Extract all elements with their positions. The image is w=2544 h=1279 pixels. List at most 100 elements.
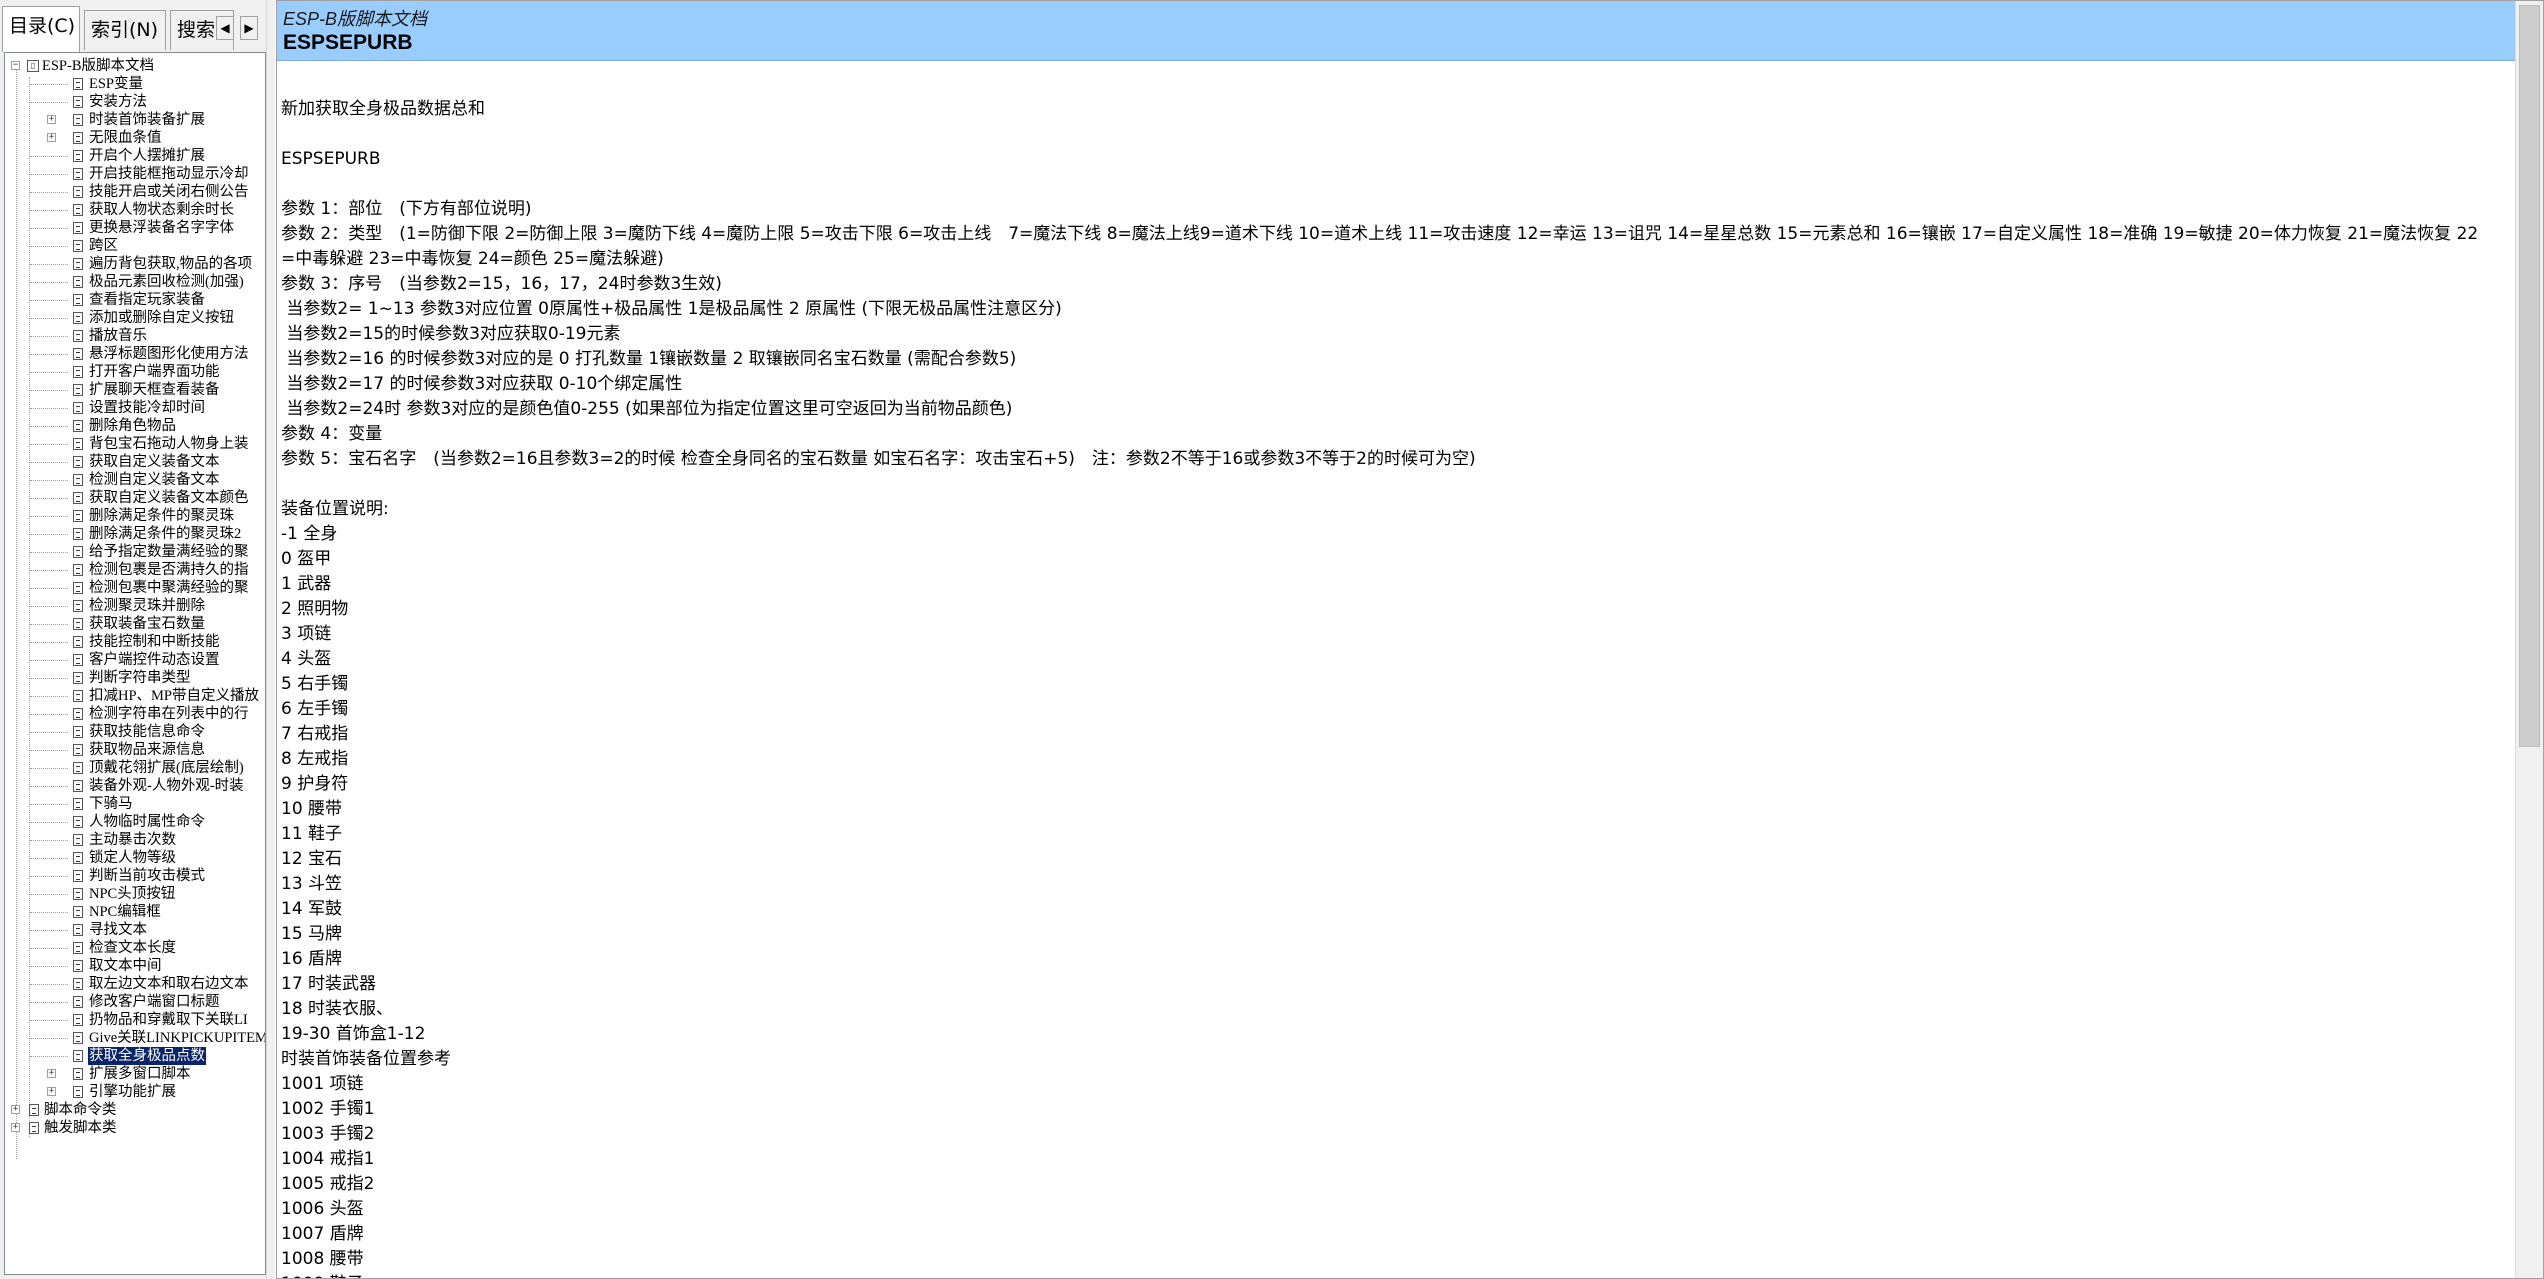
tree-item[interactable]: Give关联LINKPICKUPITEM (5, 1029, 265, 1047)
tree-item[interactable]: 查看指定玩家装备 (5, 291, 265, 309)
tab-scroll-right-icon[interactable]: ▶ (240, 16, 258, 40)
tree-item-label[interactable]: 背包宝石拖动人物身上装 (88, 435, 250, 453)
tree-item[interactable]: + 引擎功能扩展 (5, 1083, 265, 1101)
tree-item[interactable]: 技能控制和中断技能 (5, 633, 265, 651)
tree-item-label[interactable]: 时装首饰装备扩展 (88, 111, 206, 129)
tree-top-item[interactable]: + 触发脚本类 (5, 1119, 265, 1137)
tree-item[interactable]: 检查文本长度 (5, 939, 265, 957)
tree-item[interactable]: 跨区 (5, 237, 265, 255)
tree-item[interactable]: 更换悬浮装备名字字体 (5, 219, 265, 237)
tree-item-label[interactable]: 下骑马 (88, 795, 134, 813)
tree-item-label[interactable]: 锁定人物等级 (88, 849, 177, 867)
tree-item[interactable]: 播放音乐 (5, 327, 265, 345)
tree-item-label[interactable]: 人物临时属性命令 (88, 813, 206, 831)
tree-item[interactable]: 删除满足条件的聚灵珠2 (5, 525, 265, 543)
tree-item[interactable]: 锁定人物等级 (5, 849, 265, 867)
tree-item-label[interactable]: 查看指定玩家装备 (88, 291, 206, 309)
tree-item-label[interactable]: 技能开启或关闭右侧公告 (88, 183, 250, 201)
tree-item[interactable]: 主动暴击次数 (5, 831, 265, 849)
tree-item[interactable]: 删除角色物品 (5, 417, 265, 435)
tree-root-label[interactable]: ESP-B版脚本文档 (41, 57, 155, 75)
tree-item[interactable]: 下骑马 (5, 795, 265, 813)
tree-item[interactable]: + 扩展多窗口脚本 (5, 1065, 265, 1083)
tree-item[interactable]: NPC头顶按钮 (5, 885, 265, 903)
pane-splitter[interactable] (266, 0, 275, 1279)
tree-item-label[interactable]: 客户端控件动态设置 (88, 651, 221, 669)
tree-item-label[interactable]: 修改客户端窗口标题 (88, 993, 221, 1011)
expand-icon[interactable]: + (47, 1087, 56, 1096)
tree-item[interactable]: 设置技能冷却时间 (5, 399, 265, 417)
tree-item[interactable]: 获取自定义装备文本颜色 (5, 489, 265, 507)
tree-item[interactable]: 扣减HP、MP带自定义播放 (5, 687, 265, 705)
tree-item[interactable]: 获取装备宝石数量 (5, 615, 265, 633)
tree-item-label[interactable]: 遍历背包获取,物品的各项 (88, 255, 253, 273)
tree-item[interactable]: 打开客户端界面功能 (5, 363, 265, 381)
tree-item-label[interactable]: 判断当前攻击模式 (88, 867, 206, 885)
expand-icon[interactable]: + (47, 115, 56, 124)
tree-item-label[interactable]: 给予指定数量满经验的聚 (88, 543, 250, 561)
tree-item-label[interactable]: 检测包裹中聚满经验的聚 (88, 579, 250, 597)
tree-item[interactable]: 判断当前攻击模式 (5, 867, 265, 885)
tree-item-label[interactable]: 检测包裹是否满持久的指 (88, 561, 250, 579)
tree-item[interactable]: 判断字符串类型 (5, 669, 265, 687)
tree-item-label[interactable]: 安装方法 (88, 93, 148, 111)
tree-item-label[interactable]: 更换悬浮装备名字字体 (88, 219, 235, 237)
tree-item[interactable]: 取左边文本和取右边文本 (5, 975, 265, 993)
tree-item-label[interactable]: 获取人物状态剩余时长 (88, 201, 235, 219)
expand-icon[interactable]: + (47, 133, 56, 142)
tree-item-label[interactable]: 检测字符串在列表中的行 (88, 705, 250, 723)
tree-item-label[interactable]: 无限血条值 (88, 129, 163, 147)
tree-item[interactable]: 极品元素回收检测(加强) (5, 273, 265, 291)
tree-item-label[interactable]: 获取技能信息命令 (88, 723, 206, 741)
expand-icon[interactable]: + (11, 1123, 20, 1132)
tree-item[interactable]: 装备外观-人物外观-时装 (5, 777, 265, 795)
tree-item[interactable]: 添加或删除自定义按钮 (5, 309, 265, 327)
tree-item-label[interactable]: 播放音乐 (88, 327, 148, 345)
tree-item[interactable]: 寻找文本 (5, 921, 265, 939)
tree-item-label[interactable]: 判断字符串类型 (88, 669, 192, 687)
tree-item-label[interactable]: 获取自定义装备文本颜色 (88, 489, 250, 507)
tree-item-label[interactable]: 检查文本长度 (88, 939, 177, 957)
tree-item-label[interactable]: 扩展聊天框查看装备 (88, 381, 221, 399)
tree-item-label[interactable]: 获取物品来源信息 (88, 741, 206, 759)
tree-item[interactable]: 获取物品来源信息 (5, 741, 265, 759)
tree-item-label[interactable]: 扔物品和穿戴取下关联LI (88, 1011, 249, 1029)
tree-item-label[interactable]: 检测聚灵珠并删除 (88, 597, 206, 615)
tree-item[interactable]: NPC编辑框 (5, 903, 265, 921)
tree-item-label[interactable]: 获取全身极品点数 (88, 1047, 206, 1065)
tree-item[interactable]: 检测聚灵珠并删除 (5, 597, 265, 615)
tree-item-label[interactable]: NPC编辑框 (88, 903, 162, 921)
tab-index[interactable]: 索引(N) (84, 10, 166, 50)
tree-item[interactable]: 扩展聊天框查看装备 (5, 381, 265, 399)
tree-item-label[interactable]: 脚本命令类 (43, 1101, 118, 1119)
collapse-icon[interactable]: − (11, 61, 20, 70)
tree-item[interactable]: 获取自定义装备文本 (5, 453, 265, 471)
tree-item-label[interactable]: 开启技能框拖动显示冷却 (88, 165, 250, 183)
tab-contents[interactable]: 目录(C) (2, 6, 80, 52)
tree-item[interactable]: 给予指定数量满经验的聚 (5, 543, 265, 561)
tree-item-label[interactable]: 主动暴击次数 (88, 831, 177, 849)
tree-item[interactable]: 开启个人摆摊扩展 (5, 147, 265, 165)
tree-item-label[interactable]: 极品元素回收检测(加强) (88, 273, 245, 291)
tree-item-label[interactable]: 打开客户端界面功能 (88, 363, 221, 381)
tree-item-label[interactable]: 装备外观-人物外观-时装 (88, 777, 245, 795)
scrollbar-thumb[interactable] (2519, 5, 2540, 747)
tree-item[interactable]: ESP变量 (5, 75, 265, 93)
tree-item-label[interactable]: 删除角色物品 (88, 417, 177, 435)
tree-top-item[interactable]: + 脚本命令类 (5, 1101, 265, 1119)
tree-item-label[interactable]: 扩展多窗口脚本 (88, 1065, 192, 1083)
tree-item-label[interactable]: 引擎功能扩展 (88, 1083, 177, 1101)
tree-item-label[interactable]: 寻找文本 (88, 921, 148, 939)
expand-icon[interactable]: + (47, 1069, 56, 1078)
tab-scroll-left-icon[interactable]: ◀ (216, 16, 234, 40)
tree-item-label[interactable]: 取左边文本和取右边文本 (88, 975, 250, 993)
tree-item-label[interactable]: 顶戴花翎扩展(底层绘制) (88, 759, 245, 777)
tree-item-label[interactable]: 添加或删除自定义按钮 (88, 309, 235, 327)
tree-item-label[interactable]: 技能控制和中断技能 (88, 633, 221, 651)
tree-item[interactable]: 检测自定义装备文本 (5, 471, 265, 489)
tree-item[interactable]: 获取人物状态剩余时长 (5, 201, 265, 219)
tree-item-label[interactable]: 获取自定义装备文本 (88, 453, 221, 471)
tree-item[interactable]: 遍历背包获取,物品的各项 (5, 255, 265, 273)
tree-item-label[interactable]: 触发脚本类 (43, 1119, 118, 1137)
expand-icon[interactable]: + (11, 1105, 20, 1114)
